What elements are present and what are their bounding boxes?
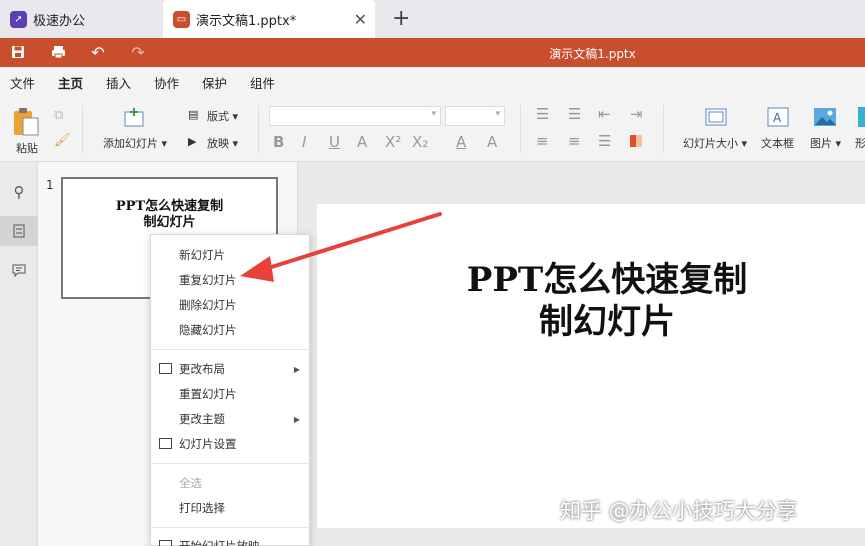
annotation-arrow — [240, 212, 442, 282]
